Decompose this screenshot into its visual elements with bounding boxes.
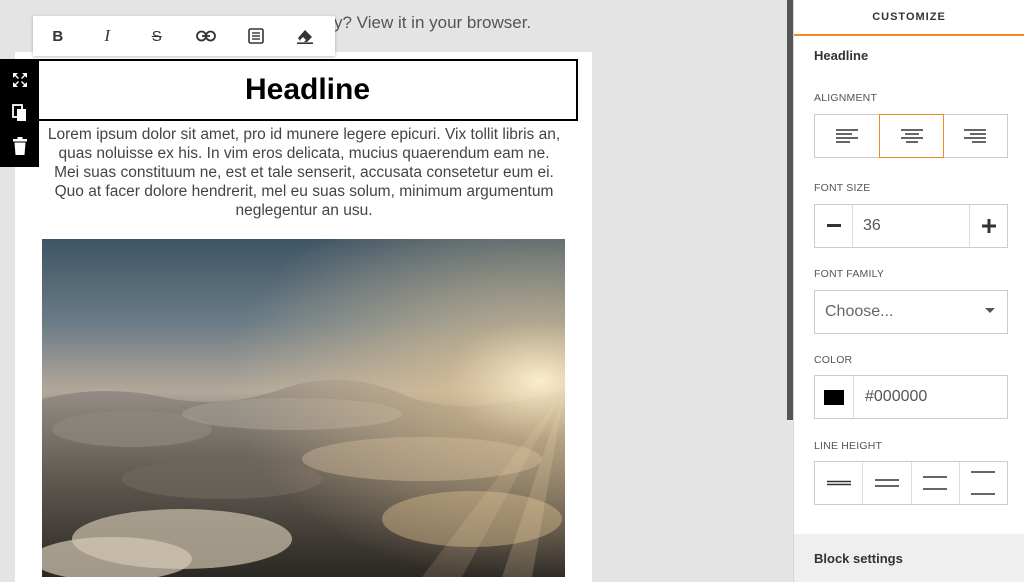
line-height-2-button[interactable] <box>863 462 912 504</box>
line-height-3-button[interactable] <box>912 462 960 504</box>
text-format-toolbar: B I S <box>33 16 335 56</box>
align-right-button[interactable] <box>943 115 1007 157</box>
trash-icon <box>12 137 27 156</box>
email-canvas: y? View it in your browser. Headline Lor… <box>0 0 789 582</box>
color-swatch <box>824 389 844 405</box>
font-size-input[interactable]: 36 <box>852 205 970 247</box>
customize-panel: CUSTOMIZE Headline ALIGNMENT FONT SIZE 3… <box>793 0 1024 582</box>
alignment-group <box>814 114 1008 158</box>
link-icon <box>196 30 217 42</box>
strikethrough-button[interactable]: S <box>132 16 182 56</box>
paragraph-icon <box>247 28 264 44</box>
plus-icon <box>981 219 996 233</box>
align-left-icon <box>835 129 858 143</box>
section-title: Headline <box>814 48 869 63</box>
align-center-icon <box>900 129 923 143</box>
color-input[interactable]: #000000 <box>854 376 1007 418</box>
move-icon <box>12 72 27 87</box>
font-family-placeholder: Choose... <box>825 303 894 320</box>
line-height-loose-icon <box>923 476 948 490</box>
color-field: #000000 <box>814 375 1008 419</box>
increase-font-size-button[interactable] <box>970 205 1007 247</box>
paragraph-button[interactable] <box>231 16 281 56</box>
bold-button[interactable]: B <box>33 16 83 56</box>
line-height-4-button[interactable] <box>960 462 1007 504</box>
line-height-group <box>814 461 1008 505</box>
align-right-icon <box>964 129 987 143</box>
view-in-browser-text[interactable]: y? View it in your browser. <box>334 13 531 33</box>
align-left-button[interactable] <box>815 115 880 157</box>
line-height-1-button[interactable] <box>815 462 864 504</box>
hero-image[interactable] <box>42 239 565 577</box>
font-family-label: FONT FAMILY <box>814 268 885 280</box>
link-button[interactable] <box>182 16 232 56</box>
minus-icon <box>826 224 841 227</box>
alignment-label: ALIGNMENT <box>814 92 878 104</box>
clouds-image <box>42 239 565 577</box>
align-center-button[interactable] <box>878 114 945 158</box>
line-height-extra-icon <box>971 471 996 495</box>
line-height-tight-icon <box>826 480 851 486</box>
delete-button[interactable] <box>8 133 32 159</box>
duplicate-button[interactable] <box>8 100 32 126</box>
headline-text[interactable]: Headline <box>245 73 370 107</box>
block-settings-button[interactable]: Block settings <box>794 534 1024 582</box>
line-height-label: LINE HEIGHT <box>814 440 883 452</box>
clear-format-button[interactable] <box>281 16 331 56</box>
copy-icon <box>11 104 26 121</box>
color-swatch-button[interactable] <box>815 376 854 418</box>
strikethrough-icon: S <box>151 27 162 45</box>
chevron-down-icon <box>985 308 995 313</box>
font-size-stepper: 36 <box>814 204 1008 248</box>
italic-button[interactable]: I <box>83 16 133 56</box>
block-side-tools <box>0 59 39 167</box>
move-button[interactable] <box>8 67 32 93</box>
panel-header: CUSTOMIZE <box>794 0 1024 36</box>
italic-icon: I <box>104 26 111 45</box>
font-family-select[interactable]: Choose... <box>814 290 1008 334</box>
decrease-font-size-button[interactable] <box>815 205 852 247</box>
bold-icon: B <box>52 27 64 45</box>
body-paragraph[interactable]: Lorem ipsum dolor sit amet, pro id muner… <box>44 125 564 220</box>
line-height-normal-icon <box>874 479 899 487</box>
headline-block[interactable]: Headline <box>37 59 578 121</box>
color-label: COLOR <box>814 354 853 366</box>
eraser-icon <box>297 30 314 44</box>
font-size-label: FONT SIZE <box>814 182 871 194</box>
